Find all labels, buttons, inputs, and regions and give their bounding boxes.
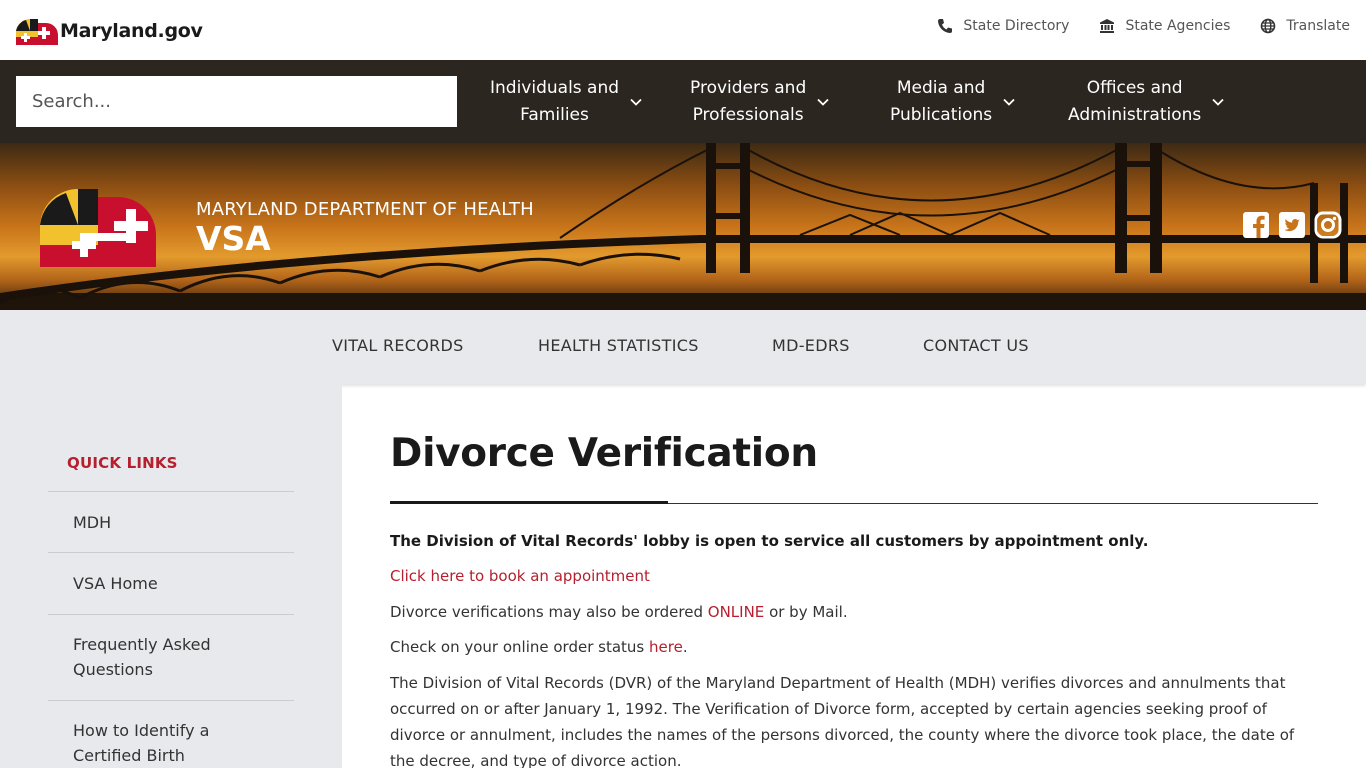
quick-links-title: QUICK LINKS (67, 454, 178, 472)
section-navigation: VITAL RECORDS HEALTH STATISTICS MD-EDRS … (0, 310, 1366, 384)
nav-media-publications[interactable]: Media and Publications (890, 60, 1016, 143)
nav-providers-professionals[interactable]: Providers and Professionals (690, 60, 830, 143)
quick-links-list: MDH VSA Home Frequently Asked Questions … (48, 491, 294, 768)
subnav-contact-us[interactable]: CONTACT US (923, 336, 1029, 355)
translate-link[interactable]: Translate (1260, 18, 1350, 34)
order-prefix: Divorce verifications may also be ordere… (390, 603, 708, 621)
quick-link-mdh[interactable]: MDH (48, 491, 294, 552)
twitter-icon (1279, 212, 1305, 238)
quick-link-vsa-home[interactable]: VSA Home (48, 552, 294, 614)
nav-individuals-families[interactable]: Individuals and Families (490, 60, 643, 143)
translate-label: Translate (1286, 18, 1350, 34)
social-links (1242, 211, 1342, 239)
order-paragraph: Divorce verifications may also be ordere… (390, 599, 1318, 625)
lobby-notice: The Division of Vital Records' lobby is … (390, 532, 1149, 550)
maryland-gov-logo[interactable]: Maryland.gov (16, 16, 203, 46)
facebook-icon (1243, 212, 1269, 238)
twitter-link[interactable] (1278, 211, 1306, 239)
appointment-paragraph: Click here to book an appointment (390, 563, 1318, 589)
subnav-health-statistics[interactable]: HEALTH STATISTICS (538, 336, 699, 355)
instagram-link[interactable] (1314, 211, 1342, 239)
sidebar: QUICK LINKS MDH VSA Home Frequently Aske… (0, 384, 342, 768)
nav-label: Media and Publications (890, 77, 993, 125)
page-title: Divorce Verification (390, 431, 818, 476)
logo-text: Maryland.gov (60, 20, 203, 42)
status-suffix: . (682, 638, 688, 656)
state-agencies-link[interactable]: State Agencies (1099, 18, 1230, 34)
phone-icon (938, 19, 953, 33)
subnav-md-edrs[interactable]: MD-EDRS (772, 336, 850, 355)
site-banner: MARYLAND DEPARTMENT OF HEALTH VSA (0, 143, 1366, 310)
description-paragraph: The Division of Vital Records (DVR) of t… (390, 674, 1295, 768)
facebook-link[interactable] (1242, 211, 1270, 239)
quick-link-identify-birth-certificate[interactable]: How to Identify a Certified Birth (48, 700, 294, 768)
status-prefix: Check on your online order status (390, 638, 650, 656)
title-divider-accent (390, 501, 668, 504)
search-input[interactable] (16, 76, 457, 127)
instagram-icon (1314, 211, 1342, 239)
state-directory-link[interactable]: State Directory (937, 18, 1069, 34)
order-online-link[interactable]: ONLINE (708, 603, 765, 621)
subnav-vital-records[interactable]: VITAL RECORDS (332, 336, 464, 355)
chevron-down-icon (817, 98, 829, 106)
book-appointment-link[interactable]: Click here to book an appointment (390, 567, 650, 585)
nav-label: Offices and Administrations (1068, 77, 1202, 125)
utility-links: State Directory State Agencies Translate (937, 18, 1350, 34)
status-paragraph: Check on your online order status here. (390, 634, 1318, 660)
nav-label: Providers and Professionals (690, 77, 807, 125)
order-status-link[interactable]: here (649, 638, 683, 656)
state-directory-label: State Directory (963, 18, 1070, 34)
chevron-down-icon (1003, 98, 1015, 106)
main-navigation: Individuals and Families Providers and P… (0, 60, 1366, 143)
nav-offices-administrations[interactable]: Offices and Administrations (1068, 60, 1225, 143)
state-agencies-label: State Agencies (1125, 18, 1231, 34)
building-icon (1100, 19, 1115, 33)
maryland-seal-icon (40, 188, 156, 267)
department-name: MARYLAND DEPARTMENT OF HEALTH (196, 199, 534, 220)
globe-icon (1261, 18, 1276, 34)
maryland-flag-icon (16, 18, 58, 45)
chevron-down-icon (630, 98, 642, 106)
utility-bar: Maryland.gov State Directory State Agenc… (0, 0, 1366, 60)
chevron-down-icon (1212, 98, 1224, 106)
quick-link-faq[interactable]: Frequently Asked Questions (48, 614, 294, 700)
nav-label: Individuals and Families (490, 77, 620, 125)
order-suffix: or by Mail. (764, 603, 848, 621)
site-name[interactable]: VSA (196, 219, 271, 258)
